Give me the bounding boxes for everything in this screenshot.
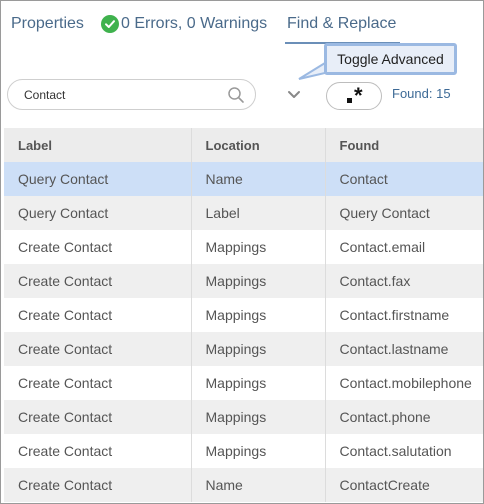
cell-label: Query Contact bbox=[4, 162, 192, 196]
cell-location: Mappings bbox=[191, 332, 326, 366]
find-replace-panel: Properties 0 Errors, 0 Warnings Find & R… bbox=[0, 0, 484, 504]
cell-found: Contact.salutation bbox=[325, 434, 483, 468]
table-row[interactable]: Create Contact Mappings Contact.fax bbox=[4, 264, 483, 298]
cell-location: Label bbox=[191, 196, 326, 230]
regex-icon-dot bbox=[347, 98, 352, 103]
tab-find-replace[interactable]: Find & Replace bbox=[284, 15, 401, 44]
cell-label: Create Contact bbox=[4, 332, 192, 366]
found-count: Found: 15 bbox=[392, 86, 451, 101]
cell-found: ContactCreate bbox=[325, 468, 483, 502]
cell-location: Mappings bbox=[191, 264, 326, 298]
tooltip-pointer bbox=[298, 61, 326, 80]
table-row[interactable]: Create Contact Mappings Contact.email bbox=[4, 230, 483, 264]
cell-found: Contact bbox=[325, 162, 483, 196]
column-header-found[interactable]: Found bbox=[325, 128, 483, 162]
table-row[interactable]: Query Contact Label Query Contact bbox=[4, 196, 483, 230]
cell-found: Contact.email bbox=[325, 230, 483, 264]
tab-errors[interactable]: 0 Errors, 0 Warnings bbox=[101, 15, 267, 33]
cell-label: Query Contact bbox=[4, 196, 192, 230]
cell-found: Contact.mobilephone bbox=[325, 366, 483, 400]
cell-label: Create Contact bbox=[4, 400, 192, 434]
cell-found: Contact.phone bbox=[325, 400, 483, 434]
results-table: Label Location Found Query Contact Name … bbox=[4, 128, 483, 502]
cell-location: Mappings bbox=[191, 230, 326, 264]
column-header-label[interactable]: Label bbox=[4, 128, 192, 162]
table-row[interactable]: Query Contact Name Contact bbox=[4, 162, 483, 196]
table-row[interactable]: Create Contact Name ContactCreate bbox=[4, 468, 483, 502]
cell-location: Mappings bbox=[191, 298, 326, 332]
search-input[interactable] bbox=[24, 80, 224, 109]
regex-icon: * bbox=[354, 83, 363, 108]
cell-location: Mappings bbox=[191, 400, 326, 434]
cell-label: Create Contact bbox=[4, 264, 192, 298]
check-circle-icon bbox=[101, 15, 119, 33]
table-row[interactable]: Create Contact Mappings Contact.lastname bbox=[4, 332, 483, 366]
cell-label: Create Contact bbox=[4, 230, 192, 264]
chevron-down-icon[interactable] bbox=[286, 87, 302, 103]
cell-found: Query Contact bbox=[325, 196, 483, 230]
table-header-row: Label Location Found bbox=[4, 128, 483, 162]
cell-label: Create Contact bbox=[4, 366, 192, 400]
table-row[interactable]: Create Contact Mappings Contact.salutati… bbox=[4, 434, 483, 468]
table-row[interactable]: Create Contact Mappings Contact.mobileph… bbox=[4, 366, 483, 400]
cell-location: Name bbox=[191, 162, 326, 196]
cell-found: Contact.firstname bbox=[325, 298, 483, 332]
toggle-advanced-tooltip: Toggle Advanced bbox=[324, 43, 457, 75]
cell-found: Contact.lastname bbox=[325, 332, 483, 366]
cell-label: Create Contact bbox=[4, 298, 192, 332]
search-icon[interactable] bbox=[227, 86, 245, 104]
column-header-location[interactable]: Location bbox=[191, 128, 326, 162]
cell-location: Mappings bbox=[191, 434, 326, 468]
table-row[interactable]: Create Contact Mappings Contact.firstnam… bbox=[4, 298, 483, 332]
table-row[interactable]: Create Contact Mappings Contact.phone bbox=[4, 400, 483, 434]
cell-location: Name bbox=[191, 468, 326, 502]
tab-errors-label: 0 Errors, 0 Warnings bbox=[121, 15, 268, 32]
cell-label: Create Contact bbox=[4, 434, 192, 468]
toggle-advanced-button[interactable]: * bbox=[326, 82, 382, 110]
cell-location: Mappings bbox=[191, 366, 326, 400]
cell-found: Contact.fax bbox=[325, 264, 483, 298]
tab-properties[interactable]: Properties bbox=[11, 15, 84, 33]
tab-bar: Properties 0 Errors, 0 Warnings Find & R… bbox=[1, 1, 483, 45]
search-box bbox=[7, 79, 256, 110]
cell-label: Create Contact bbox=[4, 468, 192, 502]
